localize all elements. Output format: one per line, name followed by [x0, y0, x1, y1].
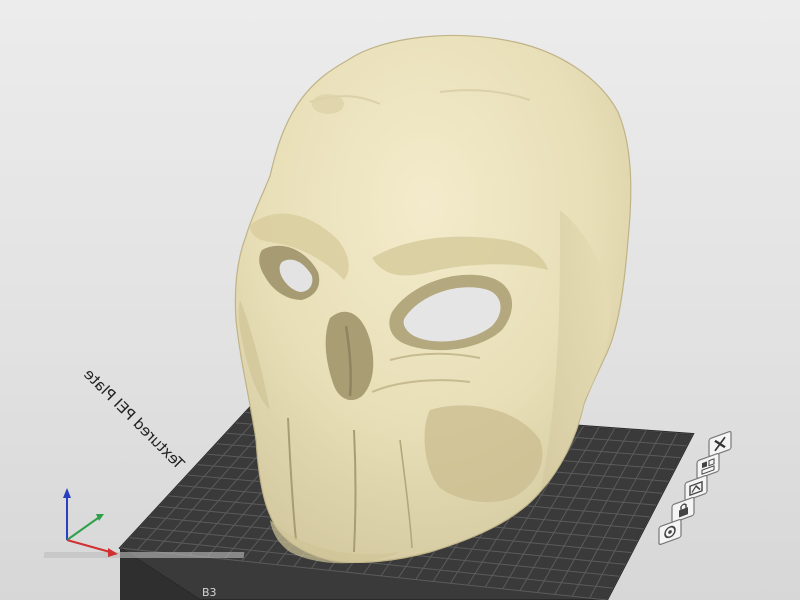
lock-plate-button[interactable]: [671, 496, 695, 524]
z-axis-arrow: [63, 488, 71, 498]
close-plate-button[interactable]: [708, 430, 732, 458]
scene-canvas[interactable]: Textured PEI Plate B3: [0, 0, 800, 600]
plate-settings-button[interactable]: [658, 518, 682, 546]
arrange-plate-button[interactable]: [696, 452, 720, 480]
bed-front-strip: [43, 552, 245, 558]
orient-plate-button[interactable]: [684, 474, 708, 502]
cranium-bump: [312, 94, 344, 114]
axis-gizmo: [63, 488, 118, 557]
bed-corner-label: B3: [202, 586, 217, 599]
x-axis-line: [66, 539, 111, 553]
y-axis-line: [66, 517, 99, 541]
plate-label: Textured PEI Plate: [80, 365, 188, 473]
3d-viewport[interactable]: Textured PEI Plate B3: [0, 0, 800, 600]
